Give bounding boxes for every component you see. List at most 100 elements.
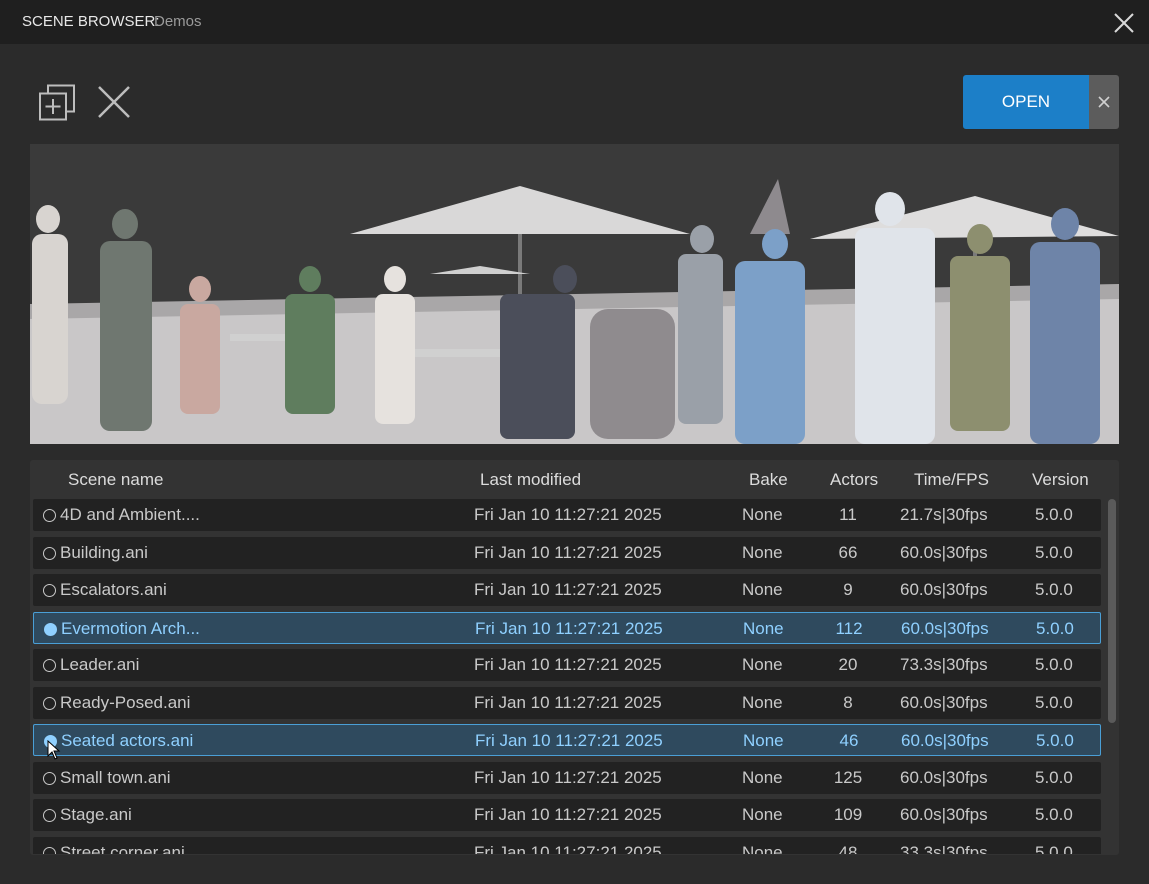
header-version[interactable]: Version <box>1032 470 1089 490</box>
bake-cell: None <box>742 505 783 524</box>
table-row[interactable]: Ready-Posed.ani Fri Jan 10 11:27:21 2025 N… <box>33 686 1101 719</box>
actors-cell: 125 <box>833 767 863 787</box>
title-bar: SCENE BROWSER: Demos <box>0 0 1149 44</box>
add-scene-icon[interactable] <box>38 84 76 122</box>
table-body: 4D and Ambient.... Fri Jan 10 11:27:21 20… <box>30 499 1105 854</box>
time-fps-cell: 60.0s|30fps <box>900 805 988 824</box>
row-radio-icon[interactable] <box>43 546 56 560</box>
time-fps-cell: 21.7s|30fps <box>900 505 988 524</box>
header-scene-name[interactable]: Scene name <box>68 470 163 490</box>
time-fps-cell: 60.0s|30fps <box>900 767 988 787</box>
bake-cell: None <box>742 767 783 787</box>
table-row[interactable]: Street corner.ani Fri Jan 10 11:27:21 202… <box>33 836 1101 855</box>
last-modified-cell: Fri Jan 10 11:27:21 2025 <box>474 655 662 674</box>
last-modified-cell: Fri Jan 10 11:27:21 2025 <box>474 692 662 712</box>
actors-cell: 8 <box>843 692 853 712</box>
scene-name-cell: Seated actors.ani <box>61 731 194 750</box>
open-button[interactable]: OPEN <box>963 75 1089 129</box>
time-fps-cell: 60.0s|30fps <box>901 731 989 750</box>
version-cell: 5.0.0 <box>1035 842 1073 855</box>
table-row[interactable]: Seated actors.ani Fri Jan 10 11:27:21 202… <box>33 724 1101 756</box>
scrollbar-thumb[interactable] <box>1108 499 1116 723</box>
version-cell: 5.0.0 <box>1035 767 1073 787</box>
header-bake[interactable]: Bake <box>749 470 788 490</box>
scene-name-cell: Stage.ani <box>60 805 132 824</box>
bake-cell: None <box>742 580 783 599</box>
last-modified-cell: Fri Jan 10 11:27:21 2025 <box>474 542 662 562</box>
last-modified-cell: Fri Jan 10 11:27:21 2025 <box>475 618 663 638</box>
actors-cell: 46 <box>839 731 859 750</box>
row-radio-icon[interactable] <box>43 696 56 710</box>
time-fps-cell: 60.0s|30fps <box>900 580 988 599</box>
table-row[interactable]: Leader.ani Fri Jan 10 11:27:21 2025 None 20… <box>33 649 1101 681</box>
row-radio-icon[interactable] <box>43 809 56 822</box>
table-scrollbar[interactable] <box>1108 499 1116 854</box>
version-cell: 5.0.0 <box>1036 618 1074 638</box>
bake-cell: None <box>742 542 783 562</box>
remove-icon[interactable] <box>96 84 132 120</box>
row-radio-icon[interactable] <box>44 622 57 636</box>
row-radio-icon[interactable] <box>43 509 56 522</box>
bake-cell: None <box>742 842 783 855</box>
table-row[interactable]: 4D and Ambient.... Fri Jan 10 11:27:21 20… <box>33 499 1101 531</box>
table-row[interactable]: Stage.ani Fri Jan 10 11:27:21 2025 None 109… <box>33 799 1101 831</box>
scene-name-cell: Street corner.ani <box>60 842 185 855</box>
version-cell: 5.0.0 <box>1035 805 1073 824</box>
actors-cell: 112 <box>835 618 863 638</box>
table-row[interactable]: Escalators.ani Fri Jan 10 11:27:21 2025 No… <box>33 574 1101 606</box>
last-modified-cell: Fri Jan 10 11:27:21 2025 <box>474 805 662 824</box>
header-last-modified[interactable]: Last modified <box>480 470 581 490</box>
last-modified-cell: Fri Jan 10 11:27:21 2025 <box>474 842 662 855</box>
open-dismiss-button[interactable] <box>1089 75 1119 129</box>
version-cell: 5.0.0 <box>1035 692 1073 712</box>
header-actors[interactable]: Actors <box>830 470 878 490</box>
close-icon <box>1098 96 1110 108</box>
table-header: Scene name Last modified Bake Actors Tim… <box>30 460 1119 498</box>
window-close-icon[interactable] <box>1111 10 1137 36</box>
row-radio-icon[interactable] <box>43 584 56 597</box>
actors-cell: 66 <box>838 542 858 562</box>
scene-table: Scene name Last modified Bake Actors Tim… <box>30 460 1119 855</box>
row-radio-icon[interactable] <box>44 735 57 748</box>
scene-name-cell: Ready-Posed.ani <box>60 692 191 712</box>
actors-cell: 48 <box>838 842 858 855</box>
scene-name-cell: Small town.ani <box>60 767 171 787</box>
scene-name-cell: Evermotion Arch... <box>61 618 200 638</box>
bake-cell: None <box>743 731 784 750</box>
last-modified-cell: Fri Jan 10 11:27:21 2025 <box>474 505 662 524</box>
header-time-fps[interactable]: Time/FPS <box>914 470 989 490</box>
scene-name-cell: Building.ani <box>60 542 148 562</box>
scene-preview-image <box>30 144 1119 444</box>
version-cell: 5.0.0 <box>1035 542 1073 562</box>
version-cell: 5.0.0 <box>1035 655 1073 674</box>
last-modified-cell: Fri Jan 10 11:27:21 2025 <box>475 731 663 750</box>
bake-cell: None <box>743 618 784 638</box>
time-fps-cell: 73.3s|30fps <box>900 655 988 674</box>
version-cell: 5.0.0 <box>1036 731 1074 750</box>
actors-cell: 9 <box>843 580 853 599</box>
window-subtitle: Demos <box>154 13 202 30</box>
row-radio-icon[interactable] <box>43 846 56 854</box>
time-fps-cell: 60.0s|30fps <box>900 692 988 712</box>
actors-cell: 20 <box>838 655 858 674</box>
bake-cell: None <box>742 692 783 712</box>
table-row[interactable]: Small town.ani Fri Jan 10 11:27:21 2025 No… <box>33 761 1101 794</box>
version-cell: 5.0.0 <box>1035 580 1073 599</box>
time-fps-cell: 33.3s|30fps <box>900 842 988 855</box>
row-radio-icon[interactable] <box>43 659 56 672</box>
scene-name-cell: Leader.ani <box>60 655 140 674</box>
window-title: SCENE BROWSER: <box>22 13 160 30</box>
last-modified-cell: Fri Jan 10 11:27:21 2025 <box>474 580 662 599</box>
scene-name-cell: 4D and Ambient.... <box>60 505 200 524</box>
time-fps-cell: 60.0s|30fps <box>900 542 988 562</box>
version-cell: 5.0.0 <box>1035 505 1073 524</box>
row-radio-icon[interactable] <box>43 771 56 785</box>
table-row[interactable]: Building.ani Fri Jan 10 11:27:21 2025 None… <box>33 536 1101 569</box>
actors-cell: 11 <box>839 505 857 524</box>
scene-name-cell: Escalators.ani <box>60 580 167 599</box>
bake-cell: None <box>742 805 783 824</box>
table-row[interactable]: Evermotion Arch... Fri Jan 10 11:27:21 20… <box>33 611 1101 644</box>
actors-cell: 109 <box>833 805 863 824</box>
last-modified-cell: Fri Jan 10 11:27:21 2025 <box>474 767 662 787</box>
bake-cell: None <box>742 655 783 674</box>
